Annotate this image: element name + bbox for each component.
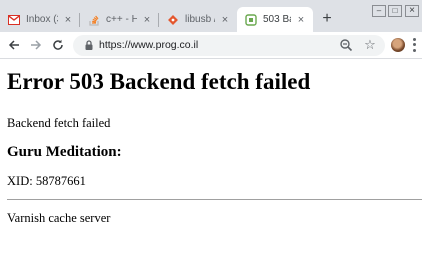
close-icon[interactable]: × <box>62 14 74 26</box>
reload-icon <box>53 39 63 50</box>
tab-libusb[interactable]: libusb / l × <box>159 7 237 32</box>
restore-button[interactable]: □ <box>388 5 402 17</box>
tab-stackoverflow[interactable]: c++ - Ho × <box>80 7 159 32</box>
error-message: Backend fetch failed <box>7 116 111 130</box>
page-icon <box>245 13 257 26</box>
close-icon[interactable]: × <box>219 14 231 26</box>
reload-button[interactable] <box>50 37 66 53</box>
error-heading: Error 503 Backend fetch failed <box>7 69 311 94</box>
new-tab-button[interactable]: + <box>318 10 336 28</box>
forward-button[interactable] <box>28 37 44 53</box>
close-window-button[interactable]: × <box>405 5 419 17</box>
lock-icon <box>85 40 93 50</box>
menu-dot <box>412 38 416 42</box>
forward-arrow-icon <box>31 40 42 50</box>
profile-avatar[interactable] <box>391 38 405 52</box>
divider <box>7 199 422 200</box>
tab-title: libusb / l <box>185 14 215 25</box>
tab-strip: Inbox (30 × c++ - Ho × libusb / l × 503 … <box>0 0 422 32</box>
back-button[interactable] <box>6 37 22 53</box>
guru-meditation-heading: Guru Meditation: <box>7 144 122 160</box>
address-bar[interactable]: https://www.prog.co.il ☆ <box>73 35 385 56</box>
tab-inbox[interactable]: Inbox (30 × <box>0 7 80 32</box>
toolbar: https://www.prog.co.il ☆ <box>0 32 422 59</box>
menu-dot <box>412 48 416 52</box>
zoom-icon[interactable] <box>339 38 353 52</box>
tab-503-backend[interactable]: 503 Back × <box>237 7 313 32</box>
close-icon[interactable]: × <box>141 14 153 26</box>
tab-title: c++ - Ho <box>106 14 137 25</box>
menu-button[interactable] <box>410 37 418 53</box>
minimize-button[interactable]: – <box>372 5 386 17</box>
close-icon[interactable]: × <box>295 14 307 26</box>
page-content: Error 503 Backend fetch failed Backend f… <box>0 59 422 278</box>
gmail-icon <box>8 14 20 26</box>
stackoverflow-icon <box>88 14 100 26</box>
menu-dot <box>412 43 416 47</box>
tab-title: 503 Back <box>263 14 291 25</box>
git-icon <box>167 14 179 26</box>
back-arrow-icon <box>8 40 19 50</box>
url-text: https://www.prog.co.il <box>99 39 199 51</box>
bookmark-star-icon[interactable]: ☆ <box>362 37 378 53</box>
tab-title: Inbox (30 <box>26 14 58 25</box>
xid-text: XID: 58787661 <box>7 174 86 188</box>
server-footer: Varnish cache server <box>7 211 111 225</box>
